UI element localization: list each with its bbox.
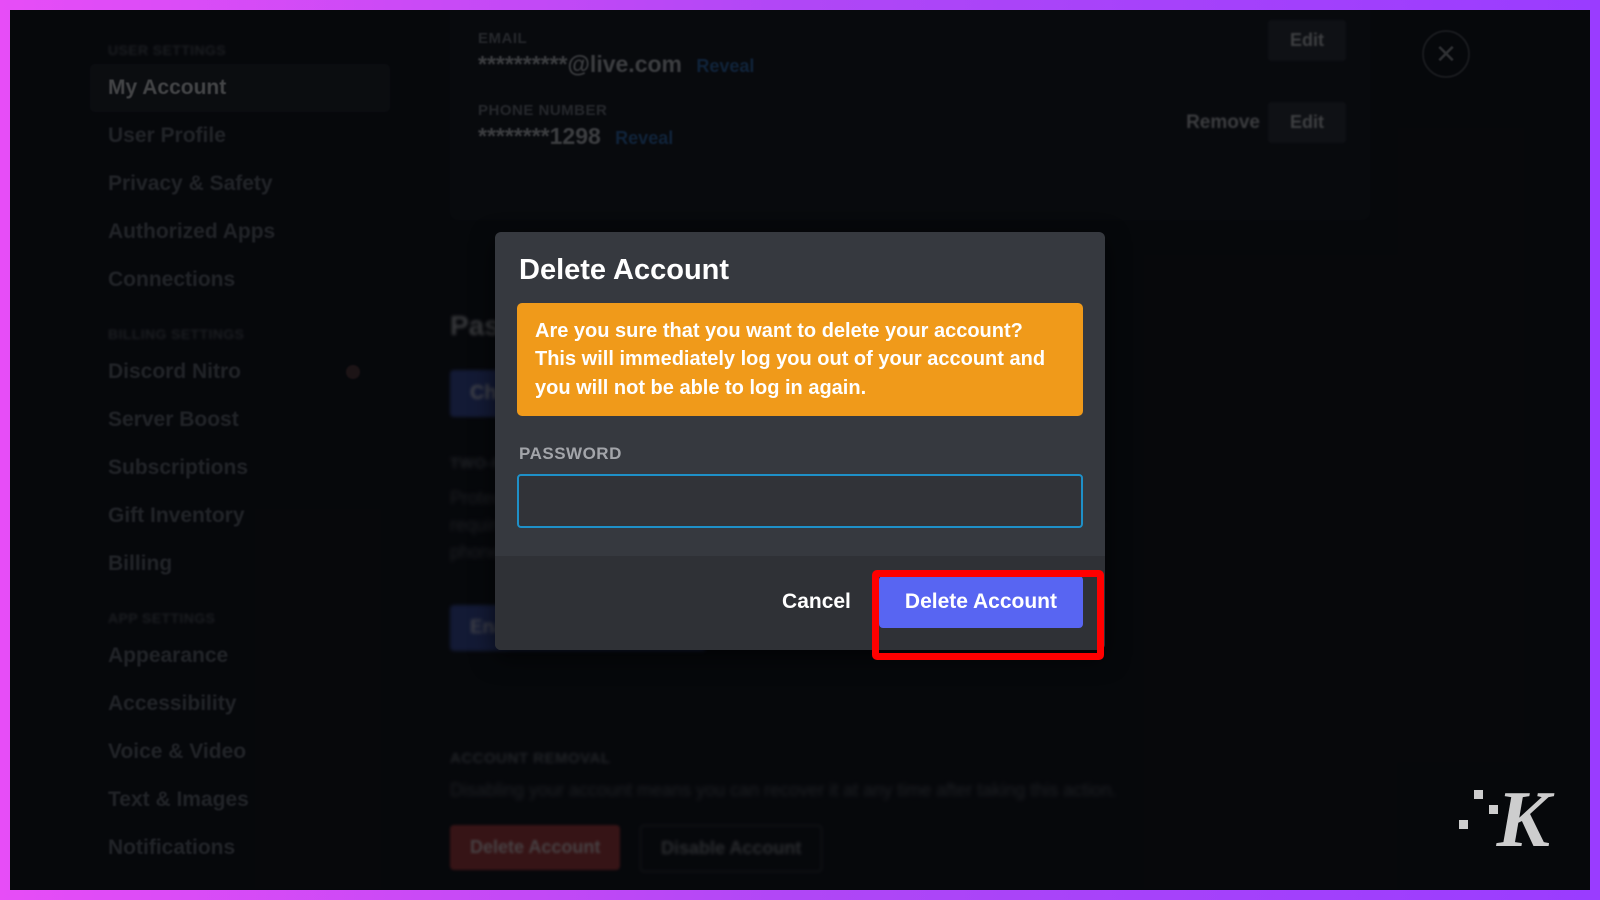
confirm-delete-button[interactable]: Delete Account <box>879 576 1083 628</box>
outer-frame: USER SETTINGS My Account User Profile Pr… <box>0 0 1600 900</box>
watermark-logo: K <box>1503 788 1550 852</box>
modal-title: Delete Account <box>495 232 1105 303</box>
watermark-dots-icon <box>1459 790 1514 830</box>
password-label: PASSWORD <box>519 444 1081 464</box>
delete-account-modal: Delete Account Are you sure that you wan… <box>495 232 1105 650</box>
password-input[interactable] <box>517 474 1083 528</box>
app-window: USER SETTINGS My Account User Profile Pr… <box>10 10 1590 890</box>
cancel-button[interactable]: Cancel <box>772 578 861 626</box>
modal-warning: Are you sure that you want to delete you… <box>517 303 1083 416</box>
modal-footer: Cancel Delete Account <box>495 556 1105 650</box>
